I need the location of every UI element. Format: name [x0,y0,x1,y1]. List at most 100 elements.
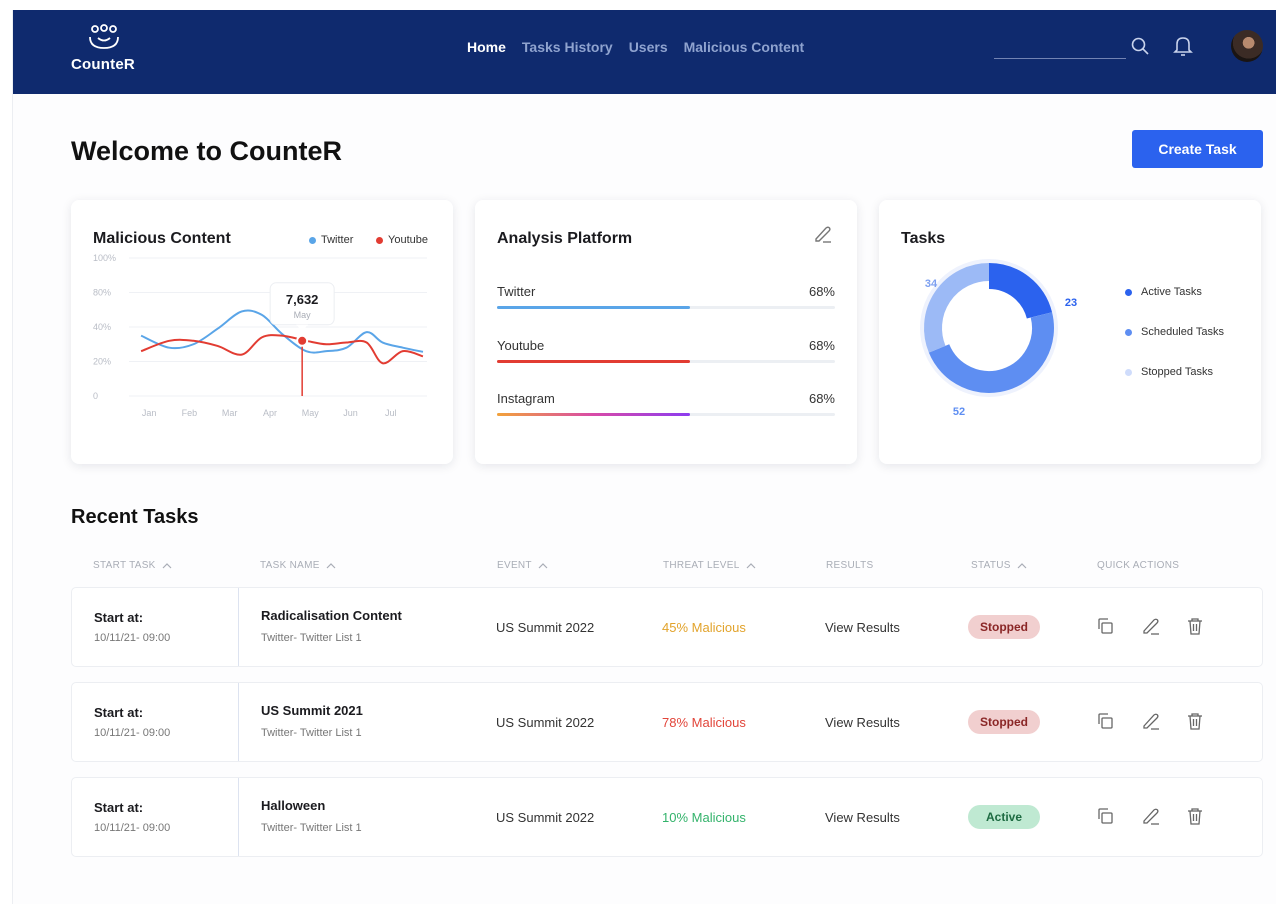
y-tick-label: 0 [93,391,98,401]
nav-item-home[interactable]: Home [467,39,506,55]
column-header-label: STATUS [971,560,1011,571]
legend-stopped-tasks: Stopped Tasks [1125,366,1213,378]
legend-label: Scheduled Tasks [1141,326,1224,338]
donut-segment-active-tasks[interactable] [988,263,1053,320]
threat-level: 10% Malicious [662,810,746,825]
edit-icon[interactable] [1141,806,1161,826]
malicious-content-card: Malicious Content Twitter Youtube 100% 80… [71,200,453,464]
sort-chevron-icon [1017,562,1027,568]
row-divider [238,778,239,856]
malicious-content-line-chart: 100% 80% 40% 20% 0 Jan Feb Mar Apr May Jun Jul 7,632… [93,253,427,418]
y-tick-label: 80% [93,288,111,298]
task-source: Twitter- Twitter List 1 [261,632,362,644]
start-date: 10/11/21- 09:00 [94,632,171,644]
avatar[interactable] [1231,30,1263,62]
donut-value-label: 23 [1065,297,1077,309]
people-group-icon [89,24,119,49]
donut-segment-scheduled-tasks[interactable] [928,312,1054,393]
task-event: US Summit 2022 [496,620,595,635]
platform-name: Twitter [497,284,536,299]
task-event: US Summit 2022 [496,715,595,730]
x-tick-label: Apr [263,408,277,418]
view-results-link[interactable]: View Results [825,810,900,825]
view-results-link[interactable]: View Results [825,620,900,635]
x-tick-label: Jul [385,408,397,418]
column-header-threat-level[interactable]: THREAT LEVEL [663,560,756,571]
tooltip-pointer [296,324,309,331]
status-badge: Active [968,805,1040,829]
table-row[interactable]: Start at: 10/11/21- 09:00 US Summit 2021… [71,682,1263,762]
search-icon[interactable] [1130,36,1150,56]
tooltip-label: May [294,310,312,320]
task-name: US Summit 2021 [261,703,363,718]
highlight-point[interactable] [296,334,309,347]
legend-dot [1125,288,1132,296]
column-header-status[interactable]: STATUS [971,560,1027,571]
legend-dot [1125,328,1132,336]
nav-item-users[interactable]: Users [629,39,668,55]
platform-percent: 68% [808,284,835,299]
platform-progress-track [497,360,835,363]
edit-icon[interactable] [813,224,833,244]
task-name: Radicalisation Content [261,608,402,623]
analysis-platform-card: Analysis Platform Twitter 68% Youtube 68… [475,200,857,464]
tasks-donut-chart: 23 52 34 [920,259,1077,418]
delete-icon[interactable] [1185,806,1205,826]
column-header-event[interactable]: EVENT [497,560,548,571]
search-input[interactable] [994,58,1126,59]
platform-percent: 68% [808,391,835,406]
app-window: CounteR Home Tasks History Users Malicio… [12,10,1276,904]
platform-progress-fill [497,413,690,416]
table-row[interactable]: Start at: 10/11/21- 09:00 Radicalisation… [71,587,1263,667]
brand-logo[interactable]: CounteR [71,24,141,80]
task-source: Twitter- Twitter List 1 [261,822,362,834]
edit-icon[interactable] [1141,616,1161,636]
column-header-quick-actions: QUICK ACTIONS [1097,560,1179,571]
column-header-label: START TASK [93,560,156,571]
row-divider [238,588,239,666]
sort-chevron-icon [538,562,548,568]
delete-icon[interactable] [1185,711,1205,731]
edit-icon[interactable] [1141,711,1161,731]
delete-icon[interactable] [1185,616,1205,636]
x-tick-label: Jan [142,408,157,418]
bell-icon[interactable] [1173,35,1193,57]
column-header-label: THREAT LEVEL [663,560,740,571]
legend-label: Stopped Tasks [1141,366,1213,378]
create-task-button[interactable]: Create Task [1132,130,1263,168]
sort-chevron-icon [746,562,756,568]
column-header-label: TASK NAME [260,560,320,571]
legend-active-tasks: Active Tasks [1125,286,1202,298]
status-badge: Stopped [968,615,1040,639]
platform-progress-track [497,413,835,416]
x-tick-label: Jun [343,408,358,418]
copy-icon[interactable] [1095,806,1115,826]
task-source: Twitter- Twitter List 1 [261,727,362,739]
task-event: US Summit 2022 [496,810,595,825]
column-header-start-task[interactable]: START TASK [93,560,172,571]
view-results-link[interactable]: View Results [825,715,900,730]
start-date: 10/11/21- 09:00 [94,822,171,834]
table-row[interactable]: Start at: 10/11/21- 09:00 Halloween Twit… [71,777,1263,857]
start-label: Start at: [94,705,144,720]
x-tick-label: May [302,408,320,418]
y-tick-label: 40% [93,322,111,332]
page-title: Welcome to CounteR [71,136,343,166]
chart-tooltip: 7,632 May [269,282,335,331]
sort-chevron-icon [162,562,172,568]
platform-percent: 68% [808,338,835,353]
task-name: Halloween [261,798,326,813]
series-line-youtube [140,334,424,365]
main-nav: Home Tasks History Users Malicious Conte… [467,39,804,55]
column-header-task-name[interactable]: TASK NAME [260,560,336,571]
start-date: 10/11/21- 09:00 [94,727,171,739]
nav-item-tasks-history[interactable]: Tasks History [522,39,613,55]
row-divider [238,683,239,761]
status-badge: Stopped [968,710,1040,734]
nav-item-malicious-content[interactable]: Malicious Content [684,39,805,55]
copy-icon[interactable] [1095,616,1115,636]
platform-progress-track [497,306,835,309]
x-tick-label: Mar [222,408,238,418]
donut-value-label: 52 [953,406,965,418]
copy-icon[interactable] [1095,711,1115,731]
